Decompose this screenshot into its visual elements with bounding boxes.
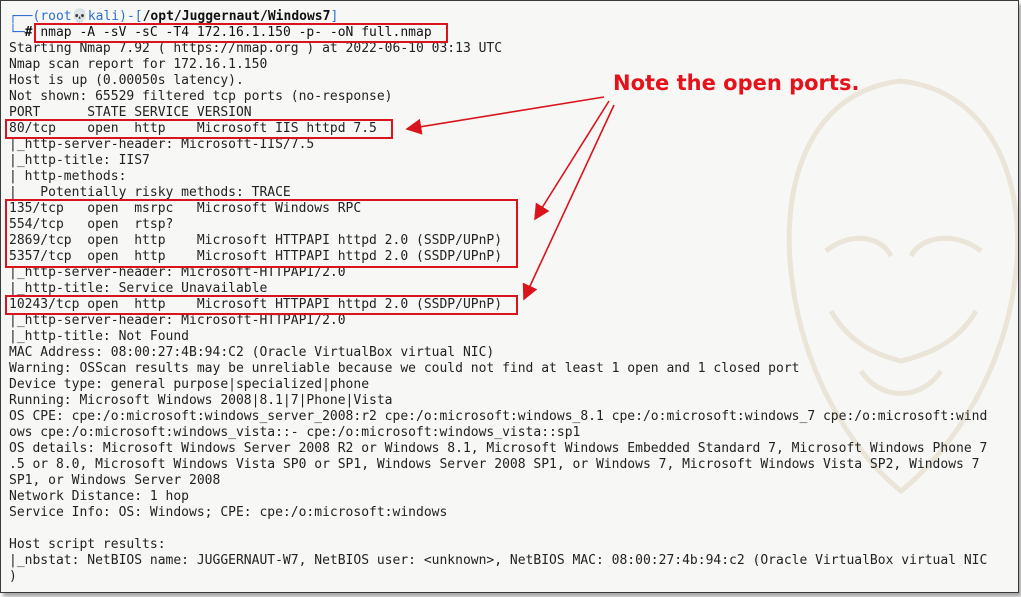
arrow-to-ports-group <box>534 100 610 221</box>
terminal-window[interactable]: ┌──(root💀kali)-[/opt/Juggernaut/Windows7… <box>0 0 1019 593</box>
arrow-to-port-10243 <box>522 104 615 301</box>
annotation-note: Note the open ports. <box>613 71 860 95</box>
annotation-arrows <box>405 96 615 301</box>
arrow-to-port-80 <box>405 96 605 135</box>
